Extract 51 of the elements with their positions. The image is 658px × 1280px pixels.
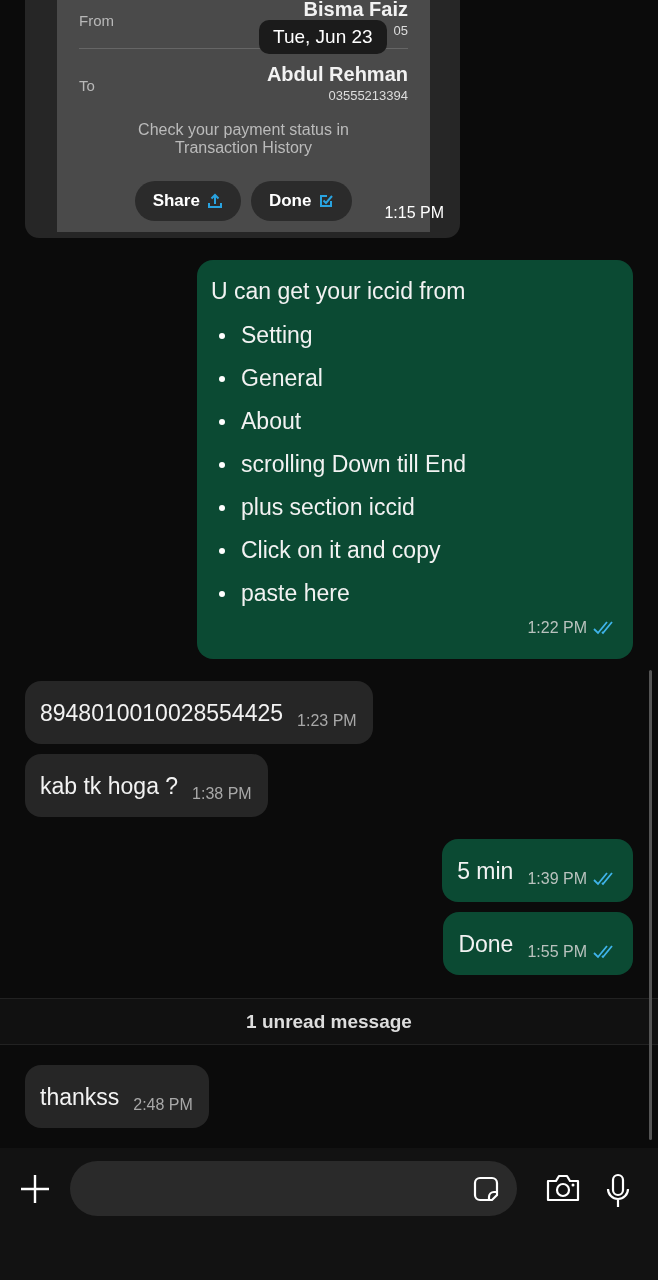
list-item-text: plus section iccid	[241, 494, 415, 521]
sticker-icon[interactable]	[472, 1174, 500, 1203]
message-time: 1:55 PM	[527, 943, 587, 961]
unread-label: 1 unread message	[246, 1010, 412, 1033]
sent-message[interactable]: Done 1:55 PM	[443, 912, 633, 975]
message-time: 1:22 PM	[527, 619, 587, 637]
camera-icon[interactable]	[545, 1173, 581, 1203]
done-button[interactable]: Done	[250, 181, 353, 221]
bullet-icon	[219, 461, 225, 468]
bullet-icon	[219, 547, 225, 554]
microphone-icon[interactable]	[605, 1173, 631, 1209]
message-text: kab tk hoga ?	[40, 772, 179, 801]
message-text: thankss	[40, 1083, 120, 1112]
list-item-text: About	[241, 408, 302, 435]
list-item-text: General	[241, 365, 323, 392]
message-text: 5 min	[457, 857, 514, 886]
from-label: From	[79, 11, 114, 31]
to-label: To	[79, 76, 95, 96]
message-time: 1:39 PM	[527, 870, 587, 888]
message-text: Done	[458, 930, 514, 959]
sent-message[interactable]: U can get your iccid from Setting General About scrolling Down till End plus section iccid Click on it and copy paste here 1:22 PM	[197, 260, 633, 659]
list-item-text: Click on it and copy	[241, 537, 441, 564]
list-item-text: scrolling Down till End	[241, 451, 466, 478]
status-note: Check your payment status in Transaction History	[137, 121, 350, 157]
message-time: 2:48 PM	[133, 1096, 193, 1114]
list-item-text: paste here	[241, 580, 350, 607]
message-time: 1:15 PM	[384, 204, 444, 222]
date-badge: Tue, Jun 23	[259, 20, 387, 54]
share-icon	[206, 193, 223, 209]
received-message[interactable]: 8948010010028554425 1:23 PM	[25, 681, 373, 744]
checkbox-icon	[318, 193, 335, 209]
list-item-text: Setting	[241, 322, 313, 349]
message-time: 1:23 PM	[297, 712, 357, 730]
bullet-icon	[219, 375, 225, 382]
sent-message[interactable]: 5 min 1:39 PM	[442, 839, 633, 902]
share-button[interactable]: Share	[134, 181, 241, 221]
sender-name: Bisma Faiz	[303, 0, 408, 21]
recipient-number: 03555213394	[328, 88, 408, 103]
bullet-icon	[219, 590, 225, 597]
received-message[interactable]: kab tk hoga ? 1:38 PM	[25, 754, 268, 817]
bullet-icon	[219, 332, 225, 339]
plus-icon[interactable]	[19, 1173, 51, 1205]
message-text: U can get your iccid from	[211, 277, 467, 306]
scrollbar[interactable]	[649, 670, 652, 1140]
recipient-name: Abdul Rehman	[266, 63, 408, 86]
message-time: 1:38 PM	[192, 785, 252, 803]
message-text: 8948010010028554425	[40, 699, 284, 728]
bullet-icon	[219, 418, 225, 425]
bullet-icon	[219, 504, 225, 511]
sender-number: 05	[393, 23, 408, 38]
received-message[interactable]: thankss 2:48 PM	[25, 1065, 209, 1128]
